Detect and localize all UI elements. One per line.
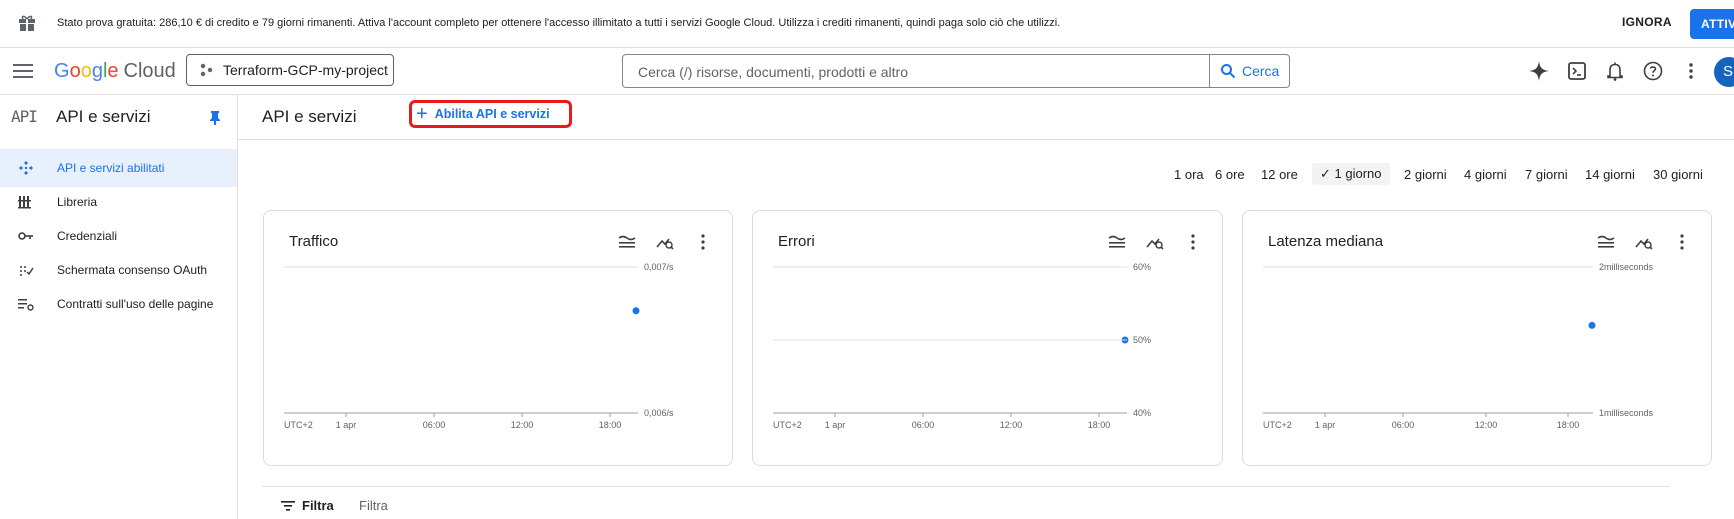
project-icon [200, 63, 213, 77]
activate-account-button[interactable]: ATTIV [1690, 9, 1734, 39]
data-point [1588, 321, 1596, 329]
search-bar: Cerca (/) risorse, documenti, prodotti e… [622, 54, 1290, 88]
x-tick-label: 1 apr [336, 420, 357, 430]
page-title: API e servizi [262, 107, 357, 126]
account-avatar[interactable]: S [1714, 57, 1734, 87]
check-icon: ✓ [1320, 166, 1335, 181]
x-tick-label: 18:00 [599, 420, 622, 430]
sidebar-item-label: API e servizi abilitati [57, 161, 165, 175]
range-1d-selected[interactable]: ✓ 1 giorno [1312, 163, 1390, 185]
more-vert-icon[interactable] [1680, 60, 1702, 82]
pin-icon[interactable] [208, 110, 222, 126]
sidebar: API API e servizi API e servizi abilitat… [0, 95, 238, 519]
main-content: API e servizi + Abilita API e servizi 1 … [238, 95, 1734, 519]
sidebar-item-label: Schermata consenso OAuth [57, 263, 208, 277]
top-navigation-bar: Google Cloud Terraform-GCP-my-project Cer… [0, 48, 1734, 95]
search-button[interactable]: Cerca [1209, 55, 1290, 87]
x-tick-label: 18:00 [1557, 420, 1580, 430]
latency-chart-plot: 2milliseconds 1milliseconds UTC+2 1 apr 06:0… [1263, 262, 1654, 430]
traffic-chart-plot: 0,007/s 0,006/s UTC+2 1 apr 06:00 12:00 18:00 [284, 262, 674, 430]
traffic-chart-card: Traffico 0,007/s 0,006/s UTC+2 1 apr 06:00 12… [263, 210, 733, 466]
sidebar-item-page-usage[interactable]: Contratti sull'uso delle pagine [0, 285, 237, 323]
range-2d[interactable]: 2 giorni [1404, 167, 1447, 182]
consent-icon [20, 266, 34, 276]
y-tick-label: 0,006/s [644, 408, 674, 418]
enable-apis-button[interactable]: + Abilita API e servizi [409, 100, 572, 128]
x-tick-label: 06:00 [423, 420, 446, 430]
library-icon [18, 196, 31, 209]
menu-icon[interactable] [13, 62, 33, 80]
sidebar-header: API API e servizi [0, 95, 237, 139]
project-name: Terraform-GCP-my-project [223, 62, 388, 78]
y-tick-label: 40% [1133, 408, 1151, 418]
x-tick-label: UTC+2 [1263, 420, 1292, 430]
x-tick-label: UTC+2 [284, 420, 313, 430]
range-1d-label: 1 giorno [1334, 166, 1382, 181]
gift-icon [19, 15, 35, 31]
y-tick-label: 50% [1133, 335, 1151, 345]
range-7d[interactable]: 7 giorni [1525, 167, 1568, 182]
x-tick-label: 12:00 [1475, 420, 1498, 430]
sidebar-title: API e servizi [56, 107, 151, 126]
x-tick-label: 1 apr [1315, 420, 1336, 430]
data-point [632, 307, 640, 315]
sidebar-item-label: Contratti sull'uso delle pagine [57, 297, 214, 311]
search-icon [1221, 64, 1236, 79]
api-hub-icon [19, 161, 33, 175]
errors-chart-card: Errori 60% 50% 40% UTC+2 1 apr 06:00 12:00 18:0… [752, 210, 1223, 466]
dismiss-button[interactable]: IGNORA [1622, 15, 1672, 29]
y-tick-label: 2milliseconds [1599, 262, 1654, 272]
filter-input[interactable]: Filtra [359, 498, 388, 513]
x-tick-label: 12:00 [511, 420, 534, 430]
cloud-shell-icon[interactable] [1566, 60, 1588, 82]
y-tick-label: 1milliseconds [1599, 408, 1654, 418]
sidebar-item-credentials[interactable]: Credenziali [0, 217, 237, 255]
filter-label: Filtra [302, 498, 334, 513]
x-tick-label: 12:00 [1000, 420, 1023, 430]
gemini-sparkle-icon[interactable] [1528, 60, 1550, 82]
search-button-label: Cerca [1242, 63, 1280, 79]
x-tick-label: 18:00 [1088, 420, 1111, 430]
y-tick-label: 60% [1133, 262, 1151, 272]
filter-bar: Filtra Filtra [262, 486, 1670, 519]
errors-chart-plot: 60% 50% 40% UTC+2 1 apr 06:00 12:00 18:00 [773, 262, 1151, 430]
y-tick-label: 0,007/s [644, 262, 674, 272]
help-icon[interactable] [1642, 60, 1664, 82]
sidebar-item-library[interactable]: Libreria [0, 183, 237, 221]
api-logo-icon: API [11, 107, 38, 126]
range-1h[interactable]: 1 ora [1174, 167, 1204, 182]
page-usage-icon [18, 299, 34, 311]
trial-banner: Stato prova gratuita: 286,10 € di credit… [0, 0, 1734, 48]
range-12h[interactable]: 12 ore [1261, 167, 1298, 182]
sidebar-item-label: Credenziali [57, 229, 118, 243]
sidebar-item-oauth-consent[interactable]: Schermata consenso OAuth [0, 251, 237, 289]
enable-apis-label: Abilita API e servizi [434, 107, 550, 121]
trial-message: Stato prova gratuita: 286,10 € di credit… [57, 17, 1061, 29]
range-14d[interactable]: 14 giorni [1585, 167, 1635, 182]
key-icon [18, 232, 33, 240]
filter-icon [281, 501, 295, 511]
google-cloud-logo[interactable]: Google Cloud [54, 60, 176, 83]
range-4d[interactable]: 4 giorni [1464, 167, 1507, 182]
range-6h[interactable]: 6 ore [1215, 167, 1245, 182]
x-tick-label: 1 apr [825, 420, 846, 430]
sidebar-item-label: Libreria [57, 195, 98, 209]
x-tick-label: UTC+2 [773, 420, 802, 430]
add-icon: + [416, 103, 428, 125]
page-header: API e servizi + Abilita API e servizi [238, 95, 1734, 140]
sidebar-item-enabled-apis[interactable]: API e servizi abilitati [0, 149, 237, 187]
notifications-bell-icon[interactable] [1604, 60, 1626, 82]
x-tick-label: 06:00 [912, 420, 935, 430]
x-tick-label: 06:00 [1392, 420, 1415, 430]
latency-chart-card: Latenza mediana 2milliseconds 1millisecon… [1242, 210, 1712, 466]
project-picker-button[interactable]: Terraform-GCP-my-project [186, 54, 394, 86]
search-input[interactable]: Cerca (/) risorse, documenti, prodotti e… [638, 64, 908, 80]
range-30d[interactable]: 30 giorni [1653, 167, 1703, 182]
